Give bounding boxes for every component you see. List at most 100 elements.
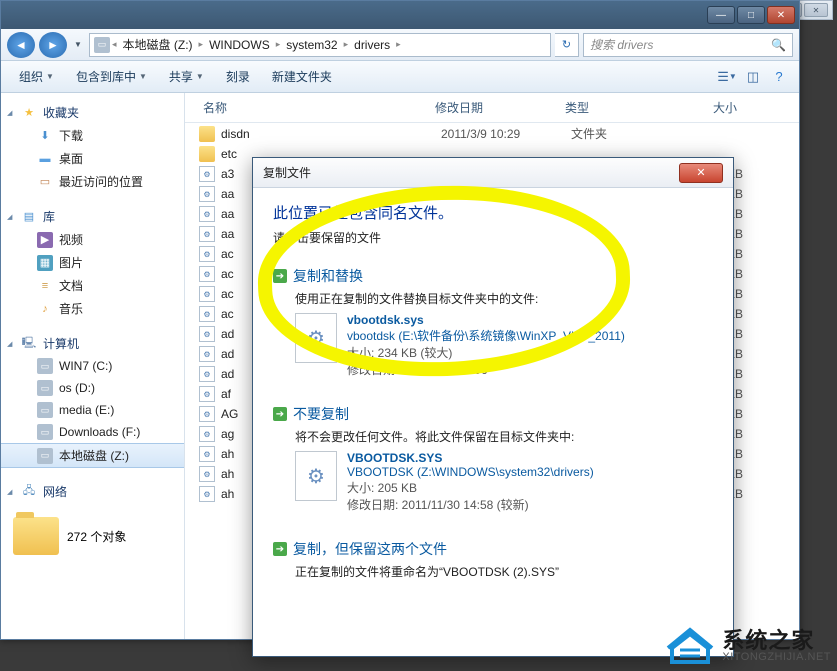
music-icon: ♪	[37, 301, 53, 317]
sidebar[interactable]: ★收藏夹 ⬇下载 ▬桌面 ▭最近访问的位置 ▤库 ▶视频 ▦图片 ≡文档 ♪音乐…	[1, 93, 185, 639]
library-icon: ▤	[21, 209, 37, 225]
breadcrumb-item[interactable]: WINDOWS	[205, 38, 274, 52]
sidebar-item-desktop[interactable]: ▬桌面	[1, 147, 184, 170]
file-size: 大小: 205 KB	[347, 479, 594, 496]
drive-icon: ▭	[37, 380, 53, 396]
sidebar-item-documents[interactable]: ≡文档	[1, 274, 184, 297]
sidebar-libraries-header[interactable]: ▤库	[1, 205, 184, 228]
new-folder-button[interactable]: 新建文件夹	[262, 64, 342, 89]
burn-button[interactable]: 刻录	[216, 64, 260, 89]
organize-button[interactable]: 组织▼	[9, 64, 64, 89]
video-icon: ▶	[37, 232, 53, 248]
file-name: vbootdsk.sys	[347, 313, 625, 327]
sysfile-icon: ⚙	[199, 286, 215, 302]
search-placeholder: 搜索 drivers	[590, 36, 653, 53]
sysfile-icon: ⚙	[199, 486, 215, 502]
breadcrumb-sep: ▸	[276, 39, 281, 50]
drive-icon: ▭	[37, 358, 53, 374]
file-name: VBOOTDSK.SYS	[347, 451, 594, 465]
sidebar-item-drive-d[interactable]: ▭os (D:)	[1, 377, 184, 399]
help-button[interactable]: ?	[767, 66, 791, 88]
close-button[interactable]: ✕	[767, 6, 795, 24]
breadcrumb-item[interactable]: 本地磁盘 (Z:)	[119, 36, 197, 53]
option-desc: 使用正在复制的文件替换目标文件夹中的文件:	[295, 290, 713, 307]
option-copy-replace[interactable]: ➔复制和替换 使用正在复制的文件替换目标文件夹中的文件: vbootdsk.sy…	[273, 262, 713, 382]
col-size[interactable]: 大小	[675, 99, 755, 116]
sysfile-icon: ⚙	[199, 446, 215, 462]
copy-file-dialog: 复制文件 ✕ 此位置已经包含同名文件。 请单击要保留的文件 ➔复制和替换 使用正…	[252, 157, 734, 657]
breadcrumb-sep: ▸	[396, 39, 401, 50]
folder-icon	[199, 146, 215, 162]
refresh-button[interactable]: ↻	[555, 33, 579, 57]
star-icon: ★	[21, 105, 37, 121]
file-path: VBOOTDSK (Z:\WINDOWS\system32\drivers)	[347, 465, 594, 479]
folder-icon	[13, 517, 59, 555]
file-path: vbootdsk (E:\软件备份\系统镜像\WinXP_VHD_2011)	[347, 327, 625, 344]
sidebar-folder-summary: 272 个对象	[1, 513, 184, 559]
search-input[interactable]: 搜索 drivers 🔍	[583, 33, 793, 57]
sidebar-item-drive-c[interactable]: ▭WIN7 (C:)	[1, 355, 184, 377]
watermark-en: XITONGZHIJIA.NET	[722, 652, 831, 663]
list-header[interactable]: 名称 修改日期 类型 大小	[185, 93, 799, 123]
col-date[interactable]: 修改日期	[435, 99, 565, 116]
object-count-label: 272 个对象	[67, 528, 126, 545]
titlebar[interactable]: — □ ✕	[1, 1, 799, 29]
drive-icon: ▭	[37, 424, 53, 440]
forward-button[interactable]: ►	[39, 32, 67, 58]
sysfile-icon: ⚙	[199, 166, 215, 182]
option-keep-both[interactable]: ➔复制，但保留这两个文件 正在复制的文件将重命名为“VBOOTDSK (2).S…	[273, 535, 713, 590]
picture-icon: ▦	[37, 255, 53, 271]
sysfile-icon: ⚙	[199, 406, 215, 422]
breadcrumb[interactable]: ▭ ◂ 本地磁盘 (Z:) ▸ WINDOWS ▸ system32 ▸ dri…	[89, 33, 551, 57]
preview-pane-button[interactable]: ◫	[741, 66, 765, 88]
arrow-icon: ➔	[273, 542, 287, 556]
download-icon: ⬇	[37, 128, 53, 144]
sidebar-item-drive-e[interactable]: ▭media (E:)	[1, 399, 184, 421]
sidebar-item-videos[interactable]: ▶视频	[1, 228, 184, 251]
breadcrumb-item[interactable]: system32	[282, 38, 341, 52]
dialog-title: 复制文件	[263, 164, 311, 181]
breadcrumb-sep: ◂	[112, 39, 117, 50]
desktop-icon: ▬	[37, 151, 53, 167]
arrow-icon: ➔	[273, 269, 287, 283]
recent-icon: ▭	[37, 174, 53, 190]
sidebar-item-music[interactable]: ♪音乐	[1, 297, 184, 320]
dialog-close-button[interactable]: ✕	[679, 163, 723, 183]
breadcrumb-item[interactable]: drivers	[350, 38, 394, 52]
sidebar-item-recent[interactable]: ▭最近访问的位置	[1, 170, 184, 193]
sysfile-icon: ⚙	[199, 366, 215, 382]
col-name[interactable]: 名称	[185, 99, 435, 116]
document-icon: ≡	[37, 278, 53, 294]
share-button[interactable]: 共享▼	[159, 64, 214, 89]
minimize-button[interactable]: —	[707, 6, 735, 24]
file-thumbnail-icon	[295, 313, 337, 363]
bg-close-button: ✕	[804, 3, 828, 17]
sidebar-item-drive-z[interactable]: ▭本地磁盘 (Z:)	[1, 443, 184, 468]
dialog-subheading: 请单击要保留的文件	[273, 229, 713, 246]
sidebar-network-header[interactable]: 🖧网络	[1, 480, 184, 503]
include-library-button[interactable]: 包含到库中▼	[66, 64, 157, 89]
file-type: 文件夹	[571, 125, 681, 142]
breadcrumb-sep: ▸	[344, 39, 349, 50]
view-options-button[interactable]: ☰ ▼	[715, 66, 739, 88]
option-dont-copy[interactable]: ➔不要复制 将不会更改任何文件。将此文件保留在目标文件夹中: VBOOTDSK.…	[273, 400, 713, 517]
sysfile-icon: ⚙	[199, 186, 215, 202]
arrow-icon: ➔	[273, 407, 287, 421]
sysfile-icon: ⚙	[199, 326, 215, 342]
sysfile-icon: ⚙	[199, 466, 215, 482]
watermark: 系统之家 XITONGZHIJIA.NET	[666, 626, 831, 666]
back-button[interactable]: ◄	[7, 32, 35, 58]
col-type[interactable]: 类型	[565, 99, 675, 116]
sidebar-favorites-header[interactable]: ★收藏夹	[1, 101, 184, 124]
drive-icon: ▭	[37, 448, 53, 464]
sidebar-item-drive-f[interactable]: ▭Downloads (F:)	[1, 421, 184, 443]
nav-history-dropdown[interactable]: ▼	[71, 32, 85, 58]
maximize-button[interactable]: □	[737, 6, 765, 24]
file-row[interactable]: disdn2011/3/9 10:29文件夹	[185, 123, 799, 144]
watermark-logo-icon	[666, 626, 714, 666]
sidebar-item-downloads[interactable]: ⬇下载	[1, 124, 184, 147]
sidebar-computer-header[interactable]: 🖳计算机	[1, 332, 184, 355]
sidebar-item-pictures[interactable]: ▦图片	[1, 251, 184, 274]
option-desc: 将不会更改任何文件。将此文件保留在目标文件夹中:	[295, 428, 713, 445]
dialog-titlebar[interactable]: 复制文件 ✕	[253, 158, 733, 188]
